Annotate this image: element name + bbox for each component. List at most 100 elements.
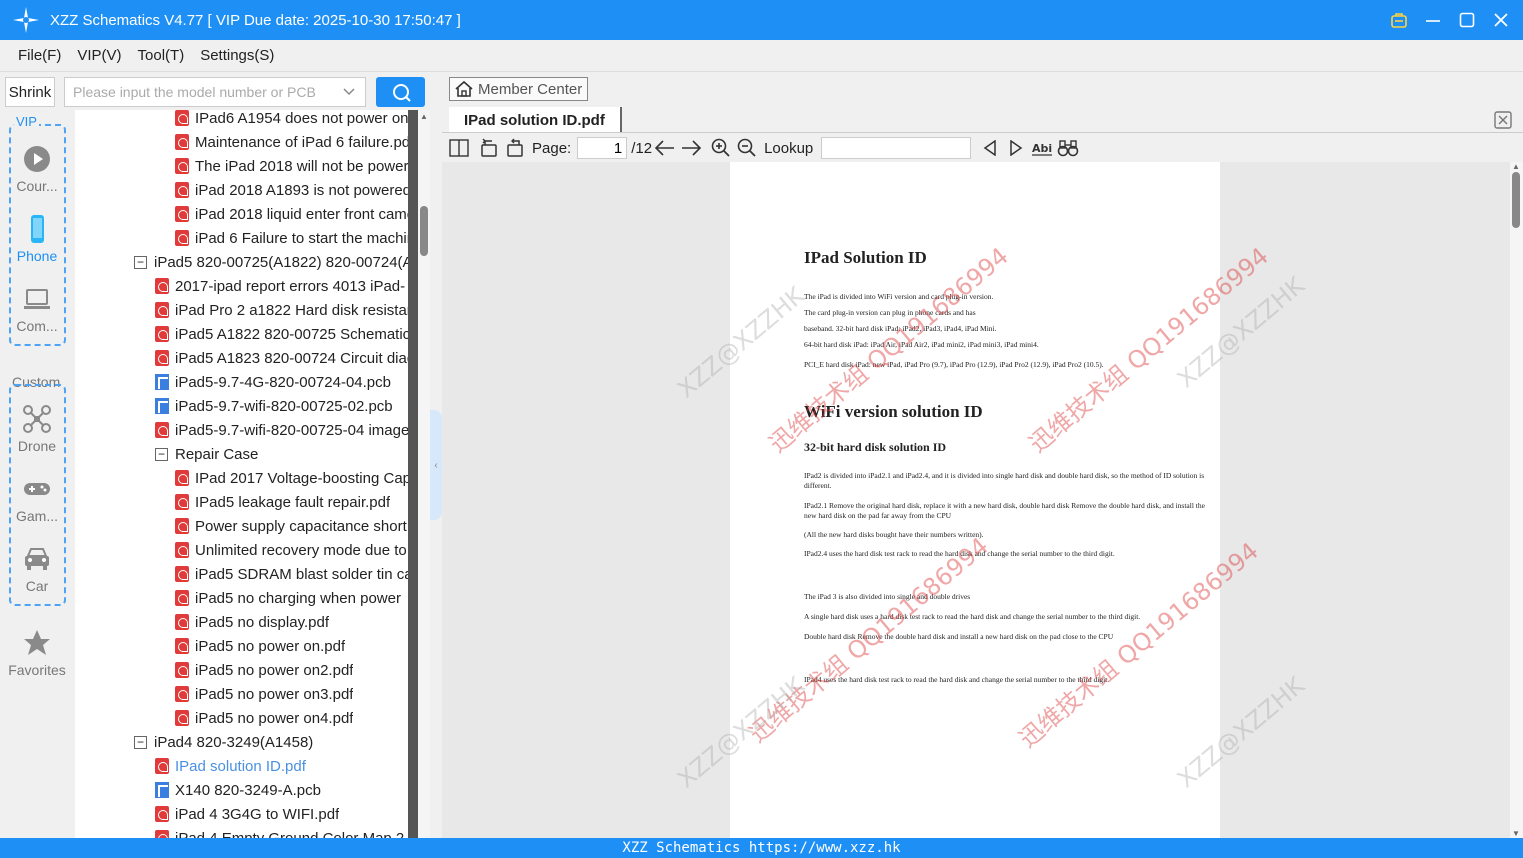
tree-file[interactable]: IPad 2017 Voltage-boosting Capacitor [175, 466, 408, 490]
collapse-panel-handle[interactable]: ‹ [430, 410, 442, 520]
minimize-button[interactable] [1421, 8, 1445, 32]
pdf-file-icon [155, 302, 169, 318]
page-number-input[interactable] [577, 137, 628, 159]
category-drone[interactable]: Drone [0, 404, 74, 454]
viewer-scrollbar-thumb[interactable] [1512, 172, 1520, 228]
tree-file[interactable]: Maintenance of iPad 6 failure.pdf [175, 130, 408, 154]
match-case-icon[interactable]: Abi [1031, 137, 1053, 159]
tree-file[interactable]: iPad5-9.7-wifi-820-00725-02.pcb [155, 394, 408, 418]
scroll-up-icon[interactable]: ▲ [420, 112, 428, 121]
category-course-label: Cour... [16, 178, 58, 194]
close-button[interactable] [1489, 8, 1513, 32]
tree-file[interactable]: iPad 2018 liquid enter front camera [175, 202, 408, 226]
tree-file[interactable]: The iPad 2018 will not be powered [175, 154, 408, 178]
tree-file[interactable]: iPad 4 3G4G to WIFI.pdf [155, 802, 408, 826]
tree-file[interactable]: iPad 6 Failure to start the machine [175, 226, 408, 250]
sidebar-toggle-icon[interactable] [448, 137, 470, 159]
tree-file[interactable]: X140 820-3249-A.pcb [155, 778, 408, 802]
close-document-button[interactable] [1493, 110, 1513, 130]
previous-page-icon[interactable] [654, 137, 676, 159]
tree-item-label: The iPad 2018 will not be powered [195, 157, 408, 175]
category-game[interactable]: Gam... [0, 474, 74, 524]
tree-file[interactable]: iPad5 no charging when power [175, 586, 408, 610]
tree-file[interactable]: IPad solution ID.pdf [155, 754, 408, 778]
model-search-combobox[interactable] [64, 77, 366, 107]
tree-file[interactable]: iPad Pro 2 a1822 Hard disk resistance [155, 298, 408, 322]
pdf-file-icon [175, 638, 189, 654]
collapse-toggle-icon[interactable]: − [134, 255, 147, 269]
tree-scrollbar-thumb[interactable] [420, 206, 428, 256]
tree-file[interactable]: iPad5 no power on4.pdf [175, 706, 408, 730]
zoom-in-icon[interactable] [710, 137, 732, 159]
tree-file[interactable]: iPad5 no display.pdf [175, 610, 408, 634]
tree-folder[interactable]: − iPad5 820-00725(A1822) 820-00724(A [134, 250, 408, 274]
tree-folder[interactable]: − iPad4 820-3249(A1458) [134, 730, 408, 754]
tree-file[interactable]: iPad5 no power on2.pdf [175, 658, 408, 682]
member-center-button[interactable]: Member Center [449, 77, 588, 101]
tree-scrollbar-right[interactable]: ▲ [418, 110, 430, 838]
tree-file[interactable]: iPad5 no power on.pdf [175, 634, 408, 658]
category-computer[interactable]: Com... [0, 284, 74, 334]
pdf-file-icon [175, 518, 189, 534]
find-previous-icon[interactable] [979, 137, 1001, 159]
tree-file[interactable]: iPad5 A1823 820-00724 Circuit diagram [155, 346, 408, 370]
tree-scrollbar-track[interactable] [408, 110, 418, 838]
category-game-label: Gam... [15, 508, 58, 524]
tree-file[interactable]: iPad5 no power on3.pdf [175, 682, 408, 706]
tree-file[interactable]: iPad 4 Empty Ground Color Map 2 [155, 826, 408, 838]
category-course[interactable]: Cour... [0, 144, 74, 194]
collapse-toggle-icon[interactable]: − [134, 735, 147, 749]
category-car[interactable]: Car [0, 544, 74, 594]
menu-tool[interactable]: Tool(T) [130, 47, 193, 64]
title-bar: XZZ Schematics V4.77 [ VIP Due date: 202… [0, 0, 1523, 40]
category-phone[interactable]: Phone [0, 214, 74, 264]
doc-intro-1: The iPad is divided into WiFi version an… [804, 292, 994, 301]
pdf-viewer[interactable]: IPad Solution ID The iPad is divided int… [442, 162, 1510, 838]
scroll-up-icon[interactable]: ▲ [1512, 162, 1520, 171]
zoom-out-icon[interactable] [736, 137, 758, 159]
search-button[interactable] [376, 77, 425, 107]
rotate-right-icon[interactable] [504, 137, 526, 159]
tree-file[interactable]: IPad6 A1954 does not power on [175, 110, 408, 130]
category-car-label: Car [25, 578, 49, 594]
tree-item-label: iPad5 no charging when power [195, 589, 401, 607]
favorites[interactable]: Favorites [0, 628, 74, 678]
chevron-down-icon[interactable] [343, 85, 355, 100]
maximize-button[interactable] [1455, 8, 1479, 32]
tree-file[interactable]: Unlimited recovery mode due to [175, 538, 408, 562]
rotate-left-icon[interactable] [478, 137, 500, 159]
document-tab[interactable]: IPad solution ID.pdf [449, 107, 622, 133]
tree-item-label: iPad4 820-3249(A1458) [154, 733, 314, 751]
menu-settings[interactable]: Settings(S) [192, 47, 282, 64]
tree-item-label: iPad5 no power on4.pdf [195, 709, 354, 727]
find-next-icon[interactable] [1005, 137, 1027, 159]
next-page-icon[interactable] [680, 137, 702, 159]
menu-vip[interactable]: VIP(V) [69, 47, 129, 64]
tree-file[interactable]: iPad 2018 A1893 is not powered [175, 178, 408, 202]
tree-item-label: IPad6 A1954 does not power on [195, 110, 408, 127]
collapse-toggle-icon[interactable]: − [155, 447, 168, 461]
model-search-input[interactable] [73, 84, 333, 100]
viewer-scrollbar[interactable]: ▲ ▼ [1510, 162, 1523, 838]
tree-file[interactable]: iPad5-9.7-wifi-820-00725-04 image [155, 418, 408, 442]
tree-file[interactable]: iPad5 A1822 820-00725 Schematic [155, 322, 408, 346]
pdf-file-icon [155, 758, 169, 774]
tree-file[interactable]: IPad5 leakage fault repair.pdf [175, 490, 408, 514]
window-title: XZZ Schematics V4.77 [ VIP Due date: 202… [50, 11, 461, 29]
document-toolbar: Page: /12 Lookup Abi [442, 134, 1523, 162]
tree-file[interactable]: iPad5 SDRAM blast solder tin caused [175, 562, 408, 586]
tree-item-label: iPad5-9.7-wifi-820-00725-04 image [175, 421, 408, 439]
pdf-file-icon [175, 686, 189, 702]
binoculars-icon[interactable] [1057, 137, 1079, 159]
lookup-input[interactable] [821, 137, 972, 159]
scroll-down-icon[interactable]: ▼ [1512, 829, 1520, 838]
menu-file[interactable]: File(F) [10, 47, 69, 64]
tree-folder[interactable]: − Repair Case [155, 442, 408, 466]
tree-file[interactable]: 2017-ipad report errors 4013 iPad- [155, 274, 408, 298]
vip-bag-icon[interactable] [1387, 8, 1411, 32]
shrink-button[interactable]: Shrink [5, 77, 55, 107]
doc-intro-4: 64-bit hard disk iPad: iPad Air, iPad Ai… [804, 340, 1039, 349]
tree-item-label: iPad5 820-00725(A1822) 820-00724(A [154, 253, 408, 271]
tree-file[interactable]: Power supply capacitance short [175, 514, 408, 538]
tree-file[interactable]: iPad5-9.7-4G-820-00724-04.pcb [155, 370, 408, 394]
